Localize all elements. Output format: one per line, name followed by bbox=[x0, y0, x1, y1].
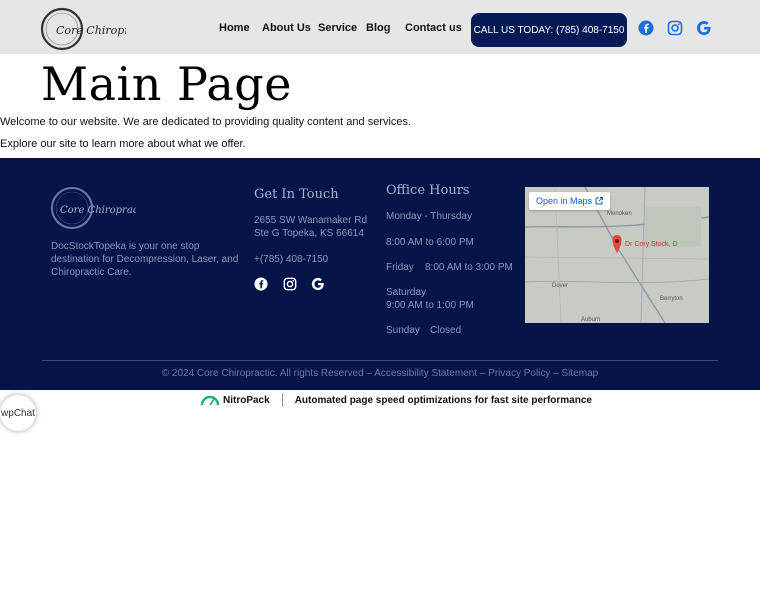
footer-about: DocStockTopeka is your one stop destinat… bbox=[51, 241, 239, 278]
facebook-icon[interactable] bbox=[638, 20, 654, 36]
logo-text: Core Chiropractic bbox=[56, 24, 126, 37]
office-hours-heading: Office Hours bbox=[386, 183, 470, 198]
logo-icon[interactable]: Core Chiropractic bbox=[40, 7, 126, 51]
call-us-button[interactable]: CALL US TODAY: (785) 408-7150 bbox=[471, 13, 627, 47]
map-town-menoken: Menoken bbox=[607, 211, 632, 217]
saturday-hours: 9:00 AM to 1:00 PM bbox=[386, 300, 474, 311]
footer-instagram-icon[interactable] bbox=[283, 277, 297, 291]
sunday-label: Sunday bbox=[386, 325, 420, 336]
address-line-2: Ste G Topeka, KS 66614 bbox=[254, 228, 364, 239]
weekdays-label: Monday - Thursday bbox=[386, 211, 472, 222]
friday-label: Friday bbox=[386, 262, 414, 273]
nav-blog[interactable]: Blog bbox=[366, 22, 390, 34]
instagram-icon[interactable] bbox=[667, 20, 683, 36]
chat-widget-button[interactable]: wpChat bbox=[0, 395, 36, 431]
footer-facebook-icon[interactable] bbox=[254, 277, 268, 291]
open-in-maps-label: Open in Maps bbox=[536, 196, 593, 206]
footer-divider bbox=[42, 360, 718, 361]
footer-google-icon[interactable] bbox=[311, 277, 325, 291]
explore-paragraph: Explore our site to learn more about wha… bbox=[0, 138, 246, 150]
site-header: Core Chiropractic Home About Us Service … bbox=[0, 0, 760, 54]
site-footer: Core Chiropractic DocStockTopeka is your… bbox=[0, 158, 760, 390]
map-town-dover: Dover bbox=[552, 283, 568, 289]
nav-home[interactable]: Home bbox=[219, 22, 250, 34]
nitropack-text: Automated page speed optimizations for f… bbox=[294, 394, 592, 406]
google-icon[interactable] bbox=[696, 20, 712, 36]
map-pin-label: Dr Cory Stock, D bbox=[625, 241, 678, 248]
footer-logo-icon[interactable]: Core Chiropractic bbox=[50, 186, 136, 230]
external-link-icon bbox=[595, 197, 604, 205]
copyright-text: © 2024 Core Chiropractic. All rights Res… bbox=[161, 368, 599, 379]
page-title: Main Page bbox=[41, 57, 292, 111]
saturday-label: Saturday bbox=[386, 287, 427, 298]
location-map[interactable]: Dover Auburn Berryton Menoken Dr Cory St… bbox=[525, 187, 709, 323]
weekdays-hours: 8:00 AM to 6:00 PM bbox=[386, 237, 474, 248]
nav-about-us[interactable]: About Us bbox=[262, 22, 311, 34]
nav-service[interactable]: Service bbox=[318, 22, 357, 34]
map-town-berryton: Berryton bbox=[660, 296, 683, 302]
friday-hours: 8:00 AM to 3:00 PM bbox=[425, 262, 513, 273]
chat-widget-alt-text: wpChat bbox=[1, 407, 35, 419]
nitropack-banner[interactable]: NitroPack Automated page speed optimizat… bbox=[200, 392, 592, 408]
intro-paragraph: Welcome to our website. We are dedicated… bbox=[0, 116, 412, 128]
nitropack-brand: NitroPack bbox=[223, 394, 270, 406]
open-in-maps-button[interactable]: Open in Maps bbox=[529, 192, 611, 210]
address-line-1: 2655 SW Wanamaker Rd bbox=[254, 215, 368, 226]
get-in-touch-heading: Get In Touch bbox=[254, 187, 339, 202]
sunday-hours: Closed bbox=[430, 325, 462, 336]
map-town-auburn: Auburn bbox=[581, 317, 600, 323]
footer-phone[interactable]: +(785) 408-7150 bbox=[254, 253, 328, 266]
nitropack-separator bbox=[281, 393, 283, 407]
nav-contact-us[interactable]: Contact us bbox=[405, 22, 462, 34]
nitropack-logo-icon bbox=[200, 395, 220, 406]
footer-logo-text: Core Chiropractic bbox=[60, 205, 136, 216]
